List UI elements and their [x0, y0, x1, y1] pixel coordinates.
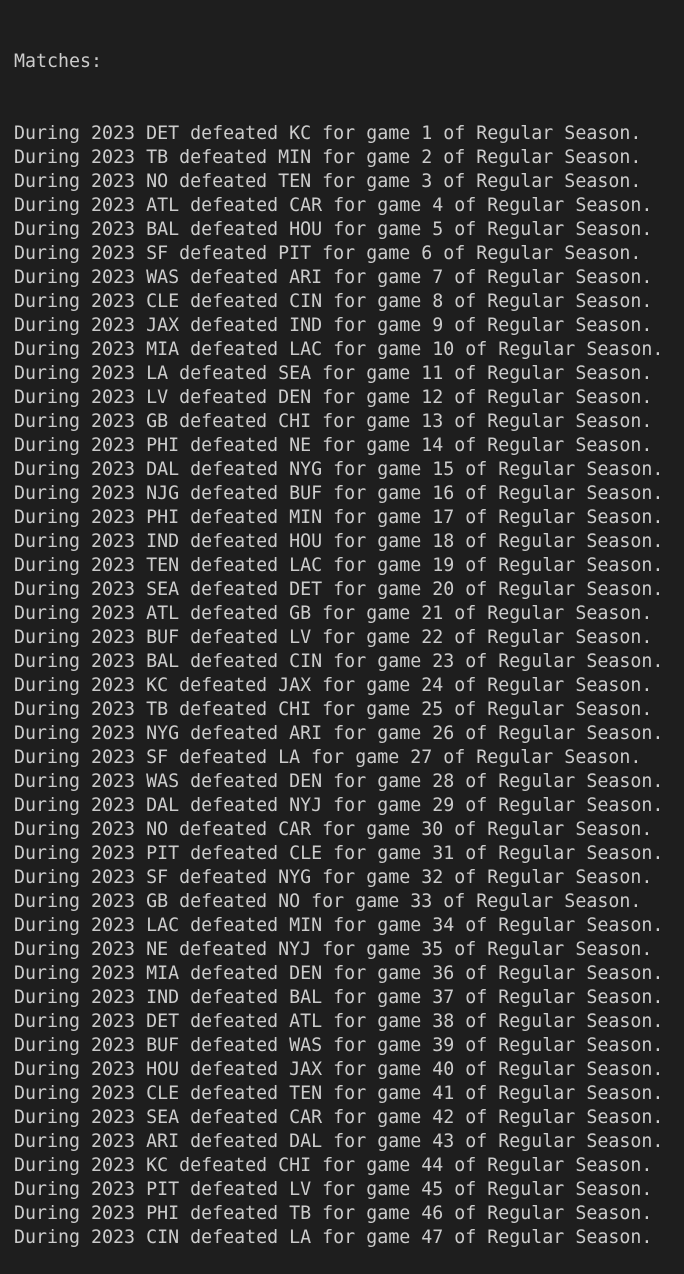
output-line: During 2023 MIA defeated DEN for game 36… — [14, 963, 664, 984]
output-line: During 2023 BAL defeated HOU for game 5 … — [14, 219, 653, 240]
output-line: During 2023 TEN defeated LAC for game 19… — [14, 555, 664, 576]
output-line: During 2023 PHI defeated NE for game 14 … — [14, 435, 653, 456]
terminal-output[interactable]: Matches: During 2023 DET defeated KC for… — [14, 2, 684, 1274]
output-line: During 2023 BUF defeated LV for game 22 … — [14, 627, 653, 648]
output-line: During 2023 WAS defeated ARI for game 7 … — [14, 267, 653, 288]
output-line: During 2023 SF defeated LA for game 27 o… — [14, 747, 642, 768]
output-header: Matches: — [14, 51, 103, 72]
output-line: During 2023 SEA defeated CAR for game 42… — [14, 1107, 664, 1128]
output-line: During 2023 CLE defeated TEN for game 41… — [14, 1083, 664, 1104]
output-line: During 2023 WAS defeated DEN for game 28… — [14, 771, 664, 792]
output-line: During 2023 NO defeated CAR for game 30 … — [14, 819, 653, 840]
output-line: During 2023 NYG defeated ARI for game 26… — [14, 723, 664, 744]
output-line: During 2023 SF defeated NYG for game 32 … — [14, 867, 653, 888]
output-line: During 2023 BAL defeated CIN for game 23… — [14, 651, 664, 672]
output-line: During 2023 DET defeated ATL for game 38… — [14, 1011, 664, 1032]
output-line: During 2023 BUF defeated WAS for game 39… — [14, 1035, 664, 1056]
output-line: During 2023 PHI defeated TB for game 46 … — [14, 1203, 653, 1224]
output-line: During 2023 NO defeated TEN for game 3 o… — [14, 171, 642, 192]
output-line: During 2023 LAC defeated MIN for game 34… — [14, 915, 664, 936]
output-line: During 2023 KC defeated CHI for game 44 … — [14, 1155, 653, 1176]
output-line: During 2023 TB defeated MIN for game 2 o… — [14, 147, 642, 168]
output-line: During 2023 ATL defeated CAR for game 4 … — [14, 195, 653, 216]
output-line: During 2023 ARI defeated DAL for game 43… — [14, 1131, 664, 1152]
output-line: During 2023 IND defeated BAL for game 37… — [14, 987, 664, 1008]
match-list: During 2023 DET defeated KC for game 1 o… — [14, 122, 684, 1250]
output-line: During 2023 GB defeated CHI for game 13 … — [14, 411, 653, 432]
output-line: During 2023 PIT defeated CLE for game 31… — [14, 843, 664, 864]
output-line: During 2023 DAL defeated NYG for game 15… — [14, 459, 664, 480]
output-line: During 2023 KC defeated JAX for game 24 … — [14, 675, 653, 696]
output-line: During 2023 DET defeated KC for game 1 o… — [14, 123, 642, 144]
output-line: During 2023 NE defeated NYJ for game 35 … — [14, 939, 653, 960]
output-line: During 2023 GB defeated NO for game 33 o… — [14, 891, 642, 912]
output-line: During 2023 IND defeated HOU for game 18… — [14, 531, 664, 552]
output-line: During 2023 CLE defeated CIN for game 8 … — [14, 291, 653, 312]
output-line: During 2023 PIT defeated LV for game 45 … — [14, 1179, 653, 1200]
output-line: During 2023 MIA defeated LAC for game 10… — [14, 339, 664, 360]
output-line: During 2023 NJG defeated BUF for game 16… — [14, 483, 664, 504]
output-line: During 2023 DAL defeated NYJ for game 29… — [14, 795, 664, 816]
output-line: During 2023 CIN defeated LA for game 47 … — [14, 1227, 653, 1248]
output-line: During 2023 TB defeated CHI for game 25 … — [14, 699, 653, 720]
output-line: During 2023 HOU defeated JAX for game 40… — [14, 1059, 664, 1080]
output-line: During 2023 ATL defeated GB for game 21 … — [14, 603, 653, 624]
output-line: During 2023 SEA defeated DET for game 20… — [14, 579, 664, 600]
output-line: During 2023 PHI defeated MIN for game 17… — [14, 507, 664, 528]
output-line: During 2023 SF defeated PIT for game 6 o… — [14, 243, 642, 264]
output-line: During 2023 JAX defeated IND for game 9 … — [14, 315, 653, 336]
output-line: During 2023 LV defeated DEN for game 12 … — [14, 387, 653, 408]
output-line: During 2023 LA defeated SEA for game 11 … — [14, 363, 653, 384]
